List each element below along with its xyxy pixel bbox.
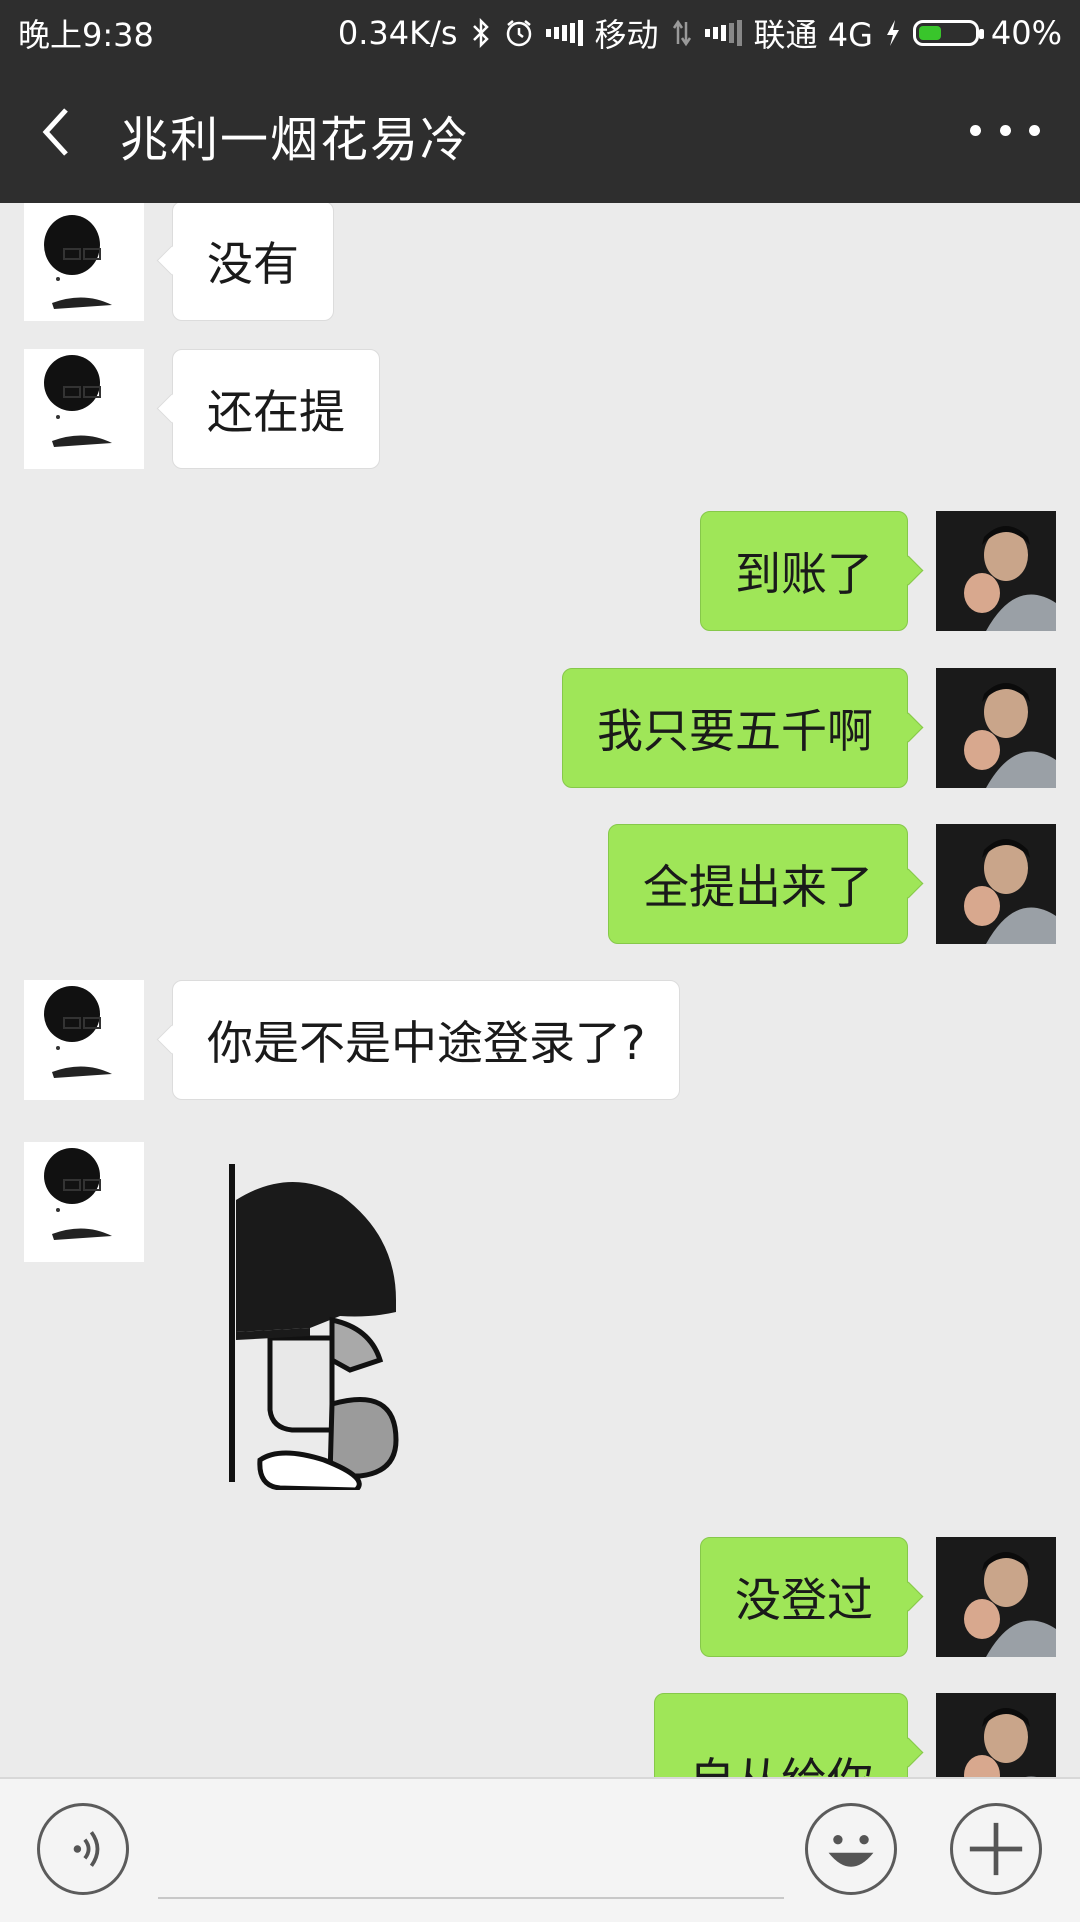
chat-title: 兆利一烟花易冷	[120, 112, 471, 168]
message-bubble[interactable]: 到账了	[700, 511, 908, 631]
title-bar: 兆利一烟花易冷	[0, 60, 1080, 203]
alarm-icon	[504, 18, 534, 48]
message-text: 还在提	[207, 385, 345, 439]
message-bubble[interactable]: 没有	[172, 203, 334, 321]
avatar-photo-icon	[936, 824, 1056, 944]
more-dots-icon	[970, 124, 981, 136]
emoji-button[interactable]	[805, 1803, 897, 1895]
emoji-icon	[828, 1834, 874, 1867]
user-avatar[interactable]	[936, 824, 1056, 944]
signal-icon	[545, 20, 583, 46]
avatar-drawing-icon	[44, 1148, 112, 1240]
contact-avatar[interactable]	[24, 349, 144, 469]
signal-icon-2	[704, 20, 742, 46]
contact-avatar[interactable]	[24, 203, 144, 321]
net-speed: 0.34K/s	[337, 14, 458, 52]
message-text: 全提出来了	[643, 860, 873, 914]
message-bubble[interactable]: 没登过	[700, 1537, 908, 1657]
data-arrows-icon	[671, 18, 693, 48]
battery-percent: 40%	[990, 14, 1062, 52]
sticker-girl-hiding-icon	[229, 1164, 399, 1493]
contact-avatar[interactable]	[24, 1142, 144, 1262]
status-time: 晚上9:38	[18, 16, 154, 54]
carrier-2: 联通 4G	[753, 16, 873, 54]
message-bubble[interactable]: 我只要五千啊	[562, 668, 908, 788]
avatar-photo-icon	[936, 1537, 1056, 1657]
battery-fill	[918, 26, 941, 40]
bluetooth-icon	[470, 18, 492, 48]
user-avatar[interactable]	[936, 511, 1056, 631]
message-bubble[interactable]: 全提出来了	[608, 824, 908, 944]
avatar-photo-icon	[936, 511, 1056, 631]
message-bubble[interactable]: 自从给你	[654, 1693, 908, 1777]
more-dot	[999, 124, 1011, 136]
message-text: 到账了	[735, 547, 873, 601]
more-dot	[1029, 124, 1040, 136]
user-avatar[interactable]	[936, 1693, 1056, 1777]
message-input[interactable]	[158, 1809, 784, 1899]
avatar-photo-icon	[936, 1693, 1056, 1777]
message-text: 你是不是中途登录了?	[207, 1016, 646, 1070]
contact-avatar[interactable]	[24, 980, 144, 1100]
avatar-photo-icon	[936, 668, 1056, 788]
message-text: 没登过	[735, 1573, 873, 1627]
plus-icon	[969, 1822, 1023, 1876]
avatar-drawing-icon	[44, 355, 112, 447]
user-avatar[interactable]	[936, 1537, 1056, 1657]
input-bar	[0, 1777, 1080, 1922]
battery-icon	[912, 20, 984, 46]
message-bubble[interactable]: 还在提	[172, 349, 380, 469]
chevron-left-icon	[42, 108, 68, 156]
chat-area[interactable]: 没有 还在提 到账了 我只要五千啊 全提出来了 你是不是中途登录了? 没登过	[0, 203, 1080, 1777]
status-indicators: 0.34K/s 移动 联通 4G 40%	[338, 10, 1062, 56]
charging-icon	[885, 18, 901, 48]
voice-button[interactable]	[37, 1803, 129, 1895]
user-avatar[interactable]	[936, 668, 1056, 788]
carrier-1: 移动	[594, 16, 659, 54]
voice-icon	[73, 1831, 100, 1867]
more-button[interactable]	[970, 110, 1040, 150]
avatar-drawing-icon	[44, 986, 112, 1078]
message-text: 自从给你	[689, 1744, 873, 1777]
status-bar: 晚上9:38 0.34K/s 移动 联通 4G 40%	[0, 0, 1080, 60]
plus-button[interactable]	[950, 1803, 1042, 1895]
message-bubble[interactable]: 你是不是中途登录了?	[172, 980, 681, 1100]
back-button[interactable]	[30, 96, 90, 168]
message-text: 没有	[207, 237, 299, 291]
message-text: 我只要五千啊	[597, 704, 873, 758]
sticker-image[interactable]	[220, 1160, 420, 1493]
avatar-drawing-icon	[44, 215, 112, 309]
